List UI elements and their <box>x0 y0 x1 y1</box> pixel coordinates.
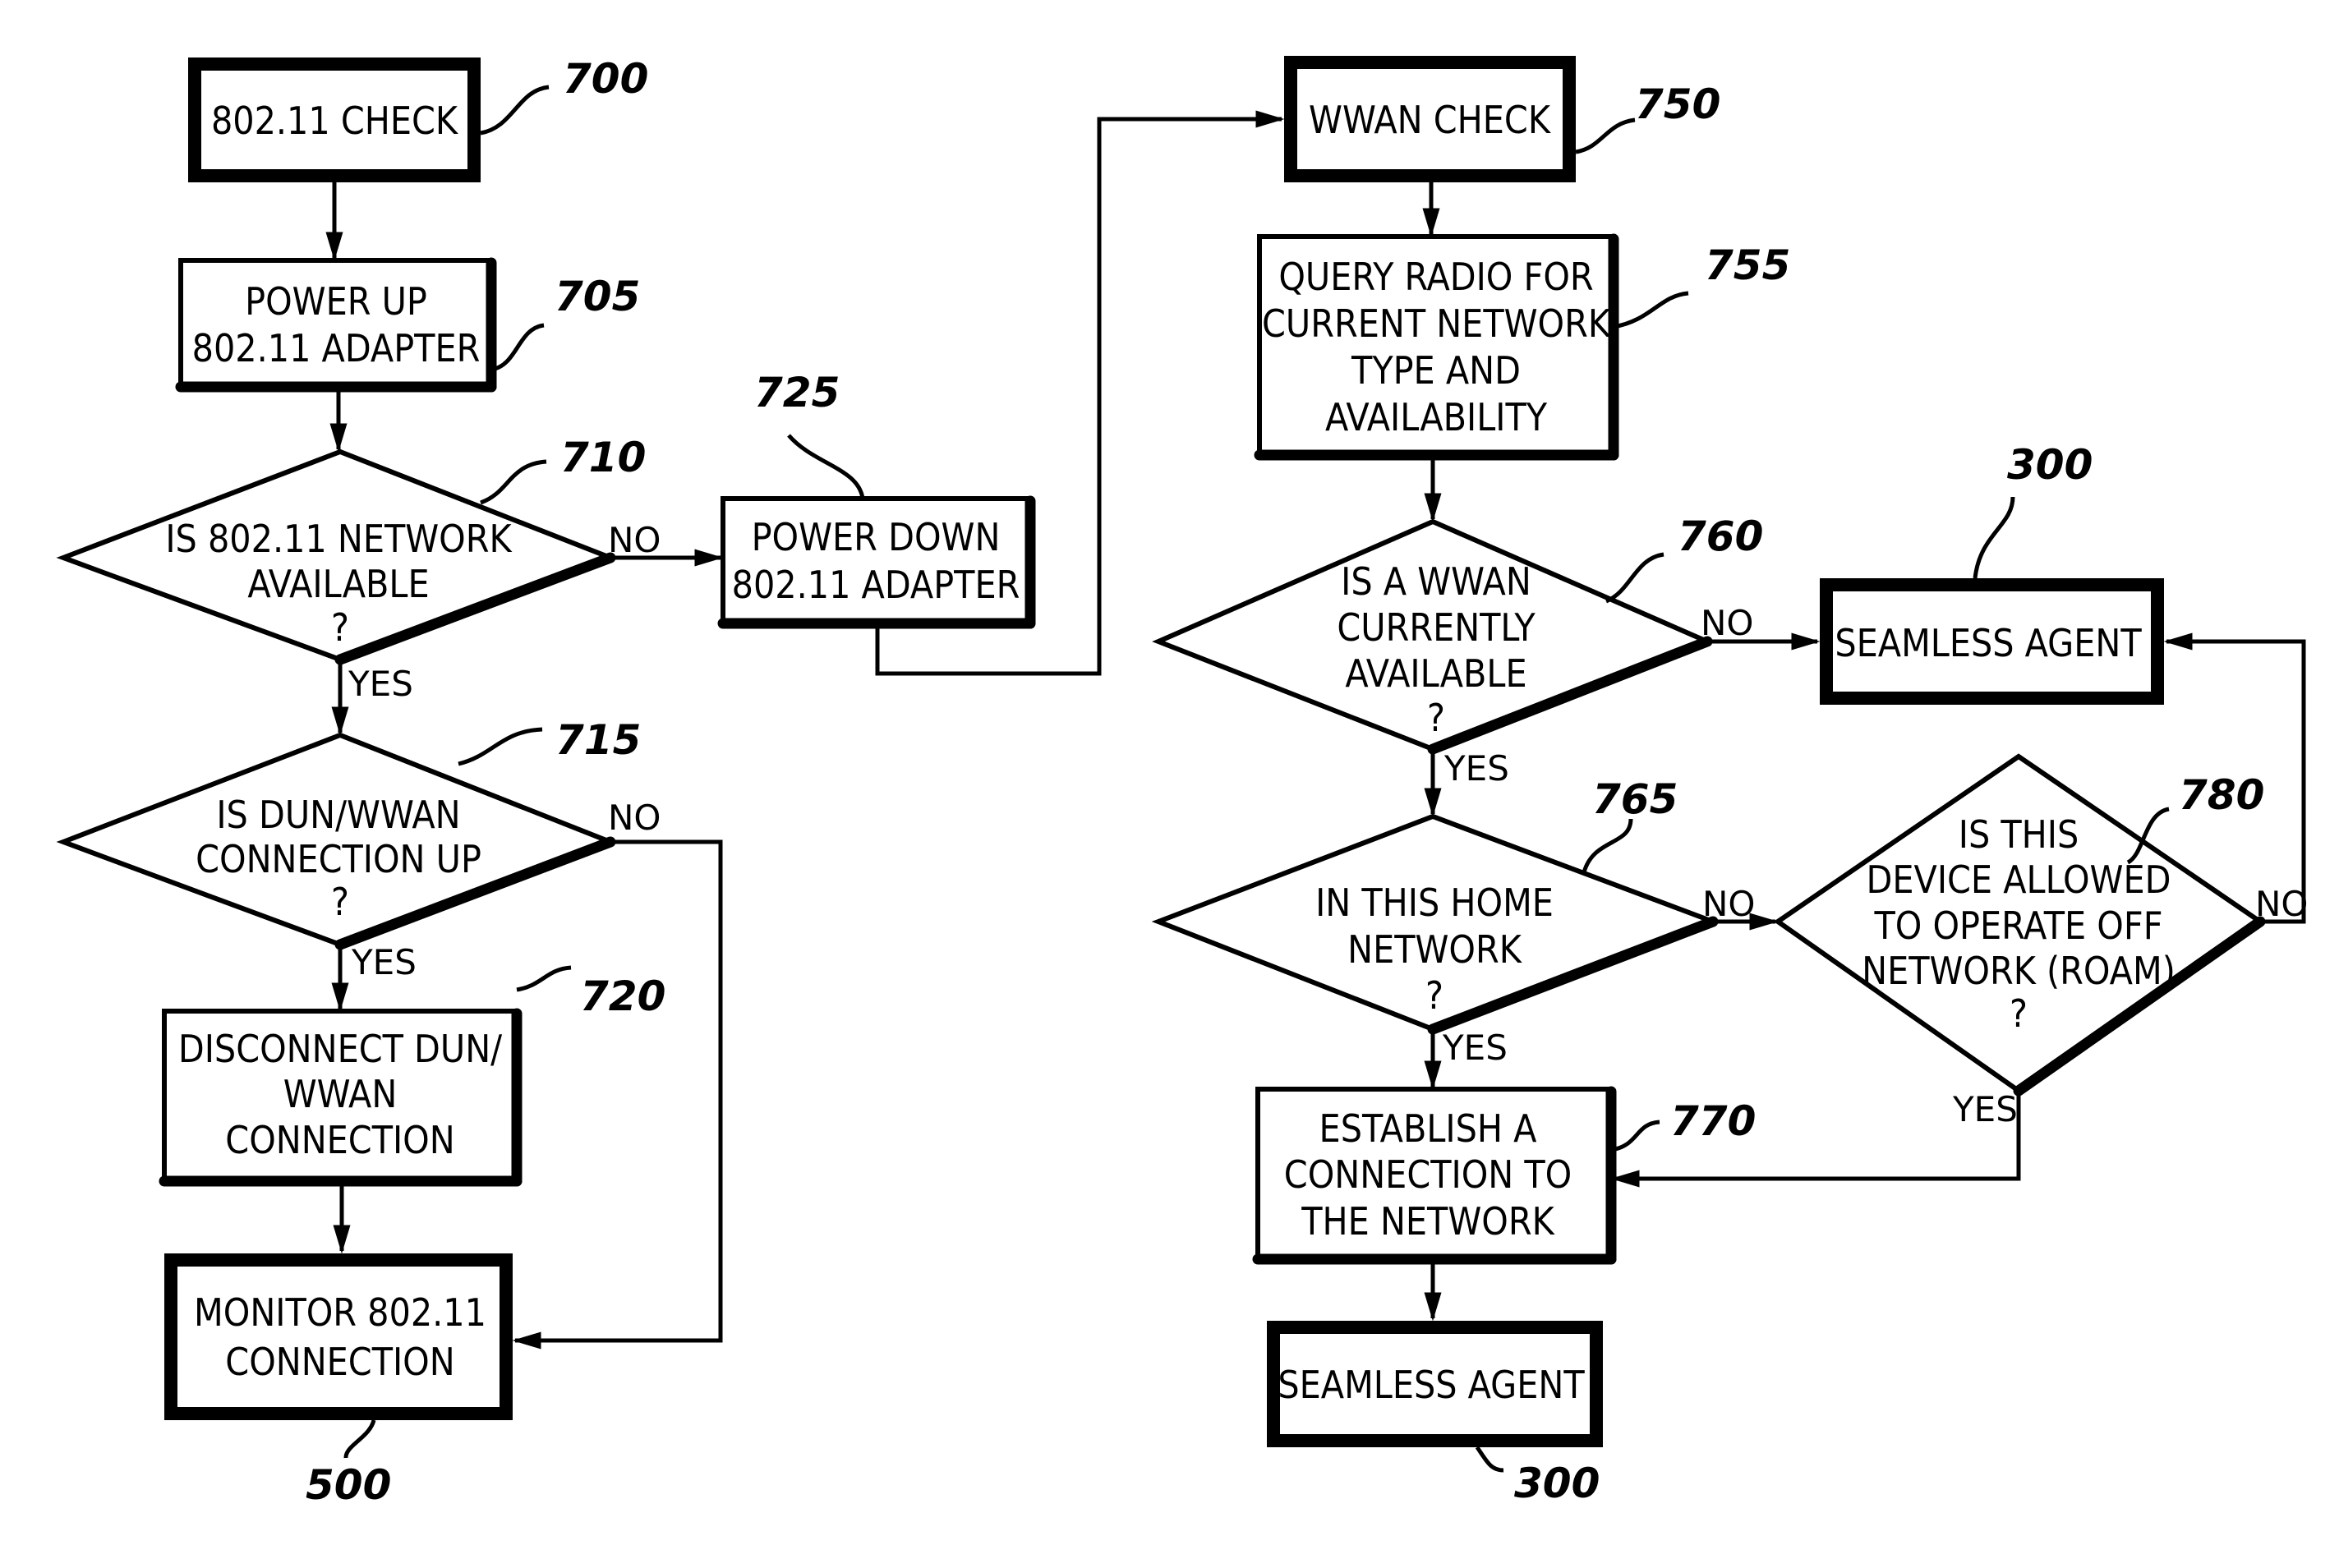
node-label: IN THIS HOME <box>1315 881 1554 925</box>
node-label: CONNECTION UP <box>196 837 481 881</box>
node-label: ? <box>331 605 349 650</box>
ref-750: 750 <box>1635 80 1720 128</box>
node-700-802-11-check: 802.11 CHECK <box>188 57 481 182</box>
node-label: CURRENT NETWORK <box>1262 301 1612 346</box>
ref-500: 500 <box>306 1461 391 1509</box>
node-label: WWAN CHECK <box>1309 98 1552 142</box>
label-yes-710: YES <box>348 664 413 704</box>
node-label: IS 802.11 NETWORK <box>165 517 513 561</box>
node-500-monitor-802-11: MONITOR 802.11 CONNECTION <box>164 1253 513 1420</box>
node-label: WWAN <box>283 1072 398 1116</box>
node-label: TO OPERATE OFF <box>1874 904 2163 948</box>
node-label: MONITOR 802.11 <box>194 1290 486 1335</box>
node-label: NETWORK <box>1347 927 1523 972</box>
node-label: AVAILABLE <box>247 562 429 606</box>
node-725-power-down-adapter: POWER DOWN 802.11 ADAPTER <box>717 495 1036 629</box>
node-label: THE NETWORK <box>1301 1199 1555 1244</box>
node-label: SEAMLESS AGENT <box>1835 621 2142 665</box>
ref-300-lower: 300 <box>1514 1460 1600 1507</box>
label-no-760: NO <box>1701 603 1753 643</box>
node-710-decision-802-11-available: IS 802.11 NETWORK AVAILABLE ? <box>56 448 618 665</box>
node-770-establish-connection: ESTABLISH A CONNECTION TO THE NETWORK <box>1252 1086 1617 1265</box>
label-yes-715: YES <box>351 942 417 982</box>
edge-715-500-no <box>512 839 723 1350</box>
node-label: ESTABLISH A <box>1319 1106 1537 1151</box>
node-label: ? <box>1427 696 1445 740</box>
label-yes-760: YES <box>1443 748 1509 789</box>
label-no-710: NO <box>608 520 661 560</box>
node-label: CURRENTLY <box>1337 605 1536 650</box>
ref-725: 725 <box>754 369 840 416</box>
node-label: POWER UP <box>245 279 427 324</box>
node-label: QUERY RADIO FOR <box>1278 255 1593 299</box>
label-no-715: NO <box>608 798 661 838</box>
label-yes-780: YES <box>1952 1089 2018 1129</box>
node-label: AVAILABLE <box>1345 651 1526 696</box>
node-label: DISCONNECT DUN/ <box>178 1027 502 1071</box>
node-label: IS DUN/WWAN <box>216 793 460 837</box>
node-label: CONNECTION TO <box>1284 1152 1572 1197</box>
label-no-765: NO <box>1702 884 1755 924</box>
ref-760: 760 <box>1678 513 1763 560</box>
node-label: SEAMLESS AGENT <box>1278 1363 1585 1407</box>
node-760-decision-wwan-available: IS A WWAN CURRENTLY AVAILABLE ? <box>1152 518 1714 755</box>
node-label: IS A WWAN <box>1341 559 1531 604</box>
node-720-disconnect-dun-wwan: DISCONNECT DUN/ WWAN CONNECTION <box>159 1008 523 1187</box>
ref-720: 720 <box>580 973 665 1020</box>
node-label: NETWORK (ROAM) <box>1862 949 2176 993</box>
node-label: CONNECTION <box>225 1118 454 1162</box>
node-750-wwan-check: WWAN CHECK <box>1284 56 1576 182</box>
ref-765: 765 <box>1592 775 1678 823</box>
label-yes-765: YES <box>1442 1028 1508 1068</box>
node-300-seamless-agent-lower: SEAMLESS AGENT <box>1267 1321 1603 1447</box>
ref-715: 715 <box>555 716 641 764</box>
node-300-seamless-agent-upper: SEAMLESS AGENT <box>1820 578 2164 705</box>
node-label: DEVICE ALLOWED <box>1867 858 2171 902</box>
node-label: AVAILABILITY <box>1325 395 1548 439</box>
node-label: IS THIS <box>1959 812 2079 857</box>
node-label: 802.11 ADAPTER <box>192 326 481 370</box>
label-no-780: NO <box>2255 884 2308 924</box>
node-label: ? <box>2010 991 2028 1036</box>
node-label: CONNECTION <box>225 1340 454 1384</box>
node-label: 802.11 CHECK <box>211 99 459 143</box>
flowchart: 802.11 CHECK POWER UP 802.11 ADAPTER IS … <box>56 55 2308 1509</box>
node-765-decision-home-network: IN THIS HOME NETWORK ? <box>1151 813 1720 1035</box>
node-label: POWER DOWN <box>752 515 1001 559</box>
ref-770: 770 <box>1670 1097 1756 1145</box>
ref-710: 710 <box>560 434 646 481</box>
ref-780: 780 <box>2179 771 2264 819</box>
ref-300-upper: 300 <box>2007 441 2093 489</box>
node-label: 802.11 ADAPTER <box>732 563 1020 607</box>
node-715-decision-dun-wwan-up: IS DUN/WWAN CONNECTION UP ? <box>56 732 618 950</box>
node-label: ? <box>331 880 349 924</box>
ref-705: 705 <box>555 273 640 320</box>
node-label: TYPE AND <box>1351 348 1521 393</box>
node-label: ? <box>1425 973 1443 1018</box>
ref-755: 755 <box>1705 241 1790 289</box>
node-705-power-up-adapter: POWER UP 802.11 ADAPTER <box>175 257 497 393</box>
ref-700: 700 <box>563 55 648 103</box>
node-755-query-radio: QUERY RADIO FOR CURRENT NETWORK TYPE AND… <box>1254 233 1619 461</box>
